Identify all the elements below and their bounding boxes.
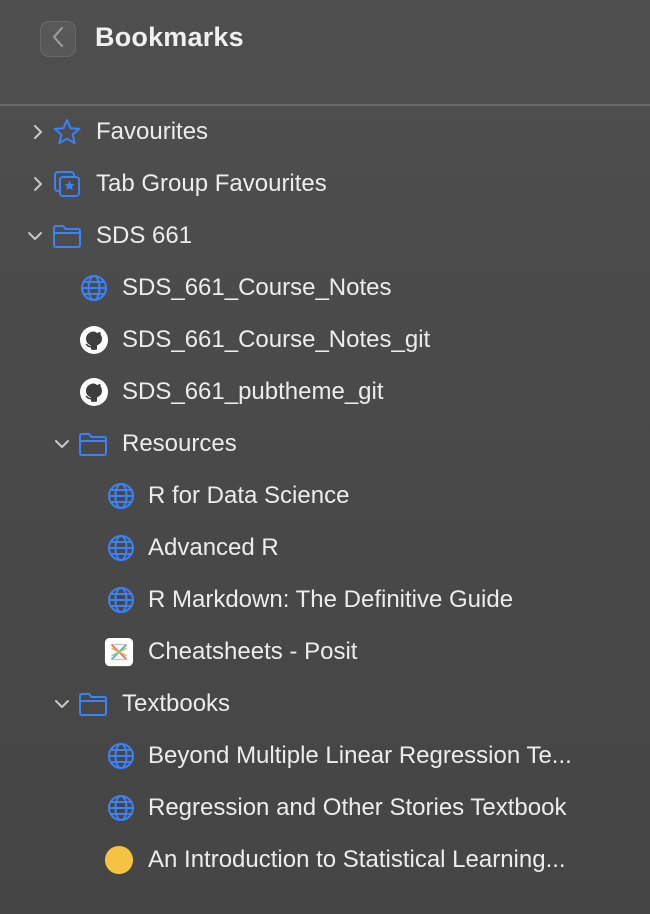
globe-icon xyxy=(106,793,136,823)
folder-favourites[interactable]: Favourites xyxy=(0,106,650,158)
folder-label: Favourites xyxy=(96,118,209,145)
chevron-right-icon[interactable] xyxy=(29,123,47,141)
bookmark-r4ds[interactable]: R for Data Science xyxy=(0,470,650,522)
globe-icon xyxy=(106,741,136,771)
bookmark-pubtheme-git[interactable]: SDS_661_pubtheme_git xyxy=(0,366,650,418)
folder-icon xyxy=(78,689,108,719)
folder-sds-661[interactable]: SDS 661 xyxy=(0,210,650,262)
folder-icon xyxy=(52,221,82,251)
bookmark-rmarkdown[interactable]: R Markdown: The Definitive Guide xyxy=(0,574,650,626)
yellow-dot-icon xyxy=(104,845,134,875)
bookmark-label: Beyond Multiple Linear Regression Te... xyxy=(148,742,572,769)
globe-icon xyxy=(106,533,136,563)
globe-icon xyxy=(79,273,109,303)
bookmark-beyond-mlr[interactable]: Beyond Multiple Linear Regression Te... xyxy=(0,730,650,782)
sidebar-header: Bookmarks xyxy=(0,0,650,104)
folder-tab-group-favourites[interactable]: Tab Group Favourites xyxy=(0,158,650,210)
chevron-right-icon[interactable] xyxy=(29,175,47,193)
bookmark-cheatsheets[interactable]: Cheatsheets - Posit xyxy=(0,626,650,678)
star-icon xyxy=(52,117,82,147)
github-icon xyxy=(79,325,109,355)
chevron-down-icon[interactable] xyxy=(26,227,44,245)
folder-label: SDS 661 xyxy=(96,222,193,249)
bookmark-course-notes-git[interactable]: SDS_661_Course_Notes_git xyxy=(0,314,650,366)
bookmark-label: SDS_661_pubtheme_git xyxy=(122,378,384,405)
folder-label: Tab Group Favourites xyxy=(96,170,327,197)
bookmark-advanced-r[interactable]: Advanced R xyxy=(0,522,650,574)
bookmark-course-notes[interactable]: SDS_661_Course_Notes xyxy=(0,262,650,314)
bookmark-label: An Introduction to Statistical Learning.… xyxy=(148,846,566,873)
bookmark-label: R Markdown: The Definitive Guide xyxy=(148,586,514,613)
chevron-left-icon xyxy=(51,26,65,53)
back-button[interactable] xyxy=(40,21,76,57)
chevron-down-icon[interactable] xyxy=(53,695,71,713)
bookmark-label: Advanced R xyxy=(148,534,279,561)
globe-icon xyxy=(106,481,136,511)
bookmark-label: SDS_661_Course_Notes xyxy=(122,274,392,301)
globe-icon xyxy=(106,585,136,615)
github-icon xyxy=(79,377,109,407)
bookmark-label: Regression and Other Stories Textbook xyxy=(148,794,567,821)
bookmark-label: Cheatsheets - Posit xyxy=(148,638,358,665)
folder-resources[interactable]: Resources xyxy=(0,418,650,470)
bookmark-ros[interactable]: Regression and Other Stories Textbook xyxy=(0,782,650,834)
chevron-down-icon[interactable] xyxy=(53,435,71,453)
folder-textbooks[interactable]: Textbooks xyxy=(0,678,650,730)
page-title: Bookmarks xyxy=(95,22,244,52)
folder-label: Resources xyxy=(122,430,237,457)
tab-group-star-icon xyxy=(52,169,82,199)
bookmark-islr[interactable]: An Introduction to Statistical Learning.… xyxy=(0,834,650,886)
bookmark-label: SDS_661_Course_Notes_git xyxy=(122,326,431,353)
folder-label: Textbooks xyxy=(122,690,231,717)
folder-icon xyxy=(78,429,108,459)
posit-icon xyxy=(104,637,134,667)
bookmark-label: R for Data Science xyxy=(148,482,350,509)
